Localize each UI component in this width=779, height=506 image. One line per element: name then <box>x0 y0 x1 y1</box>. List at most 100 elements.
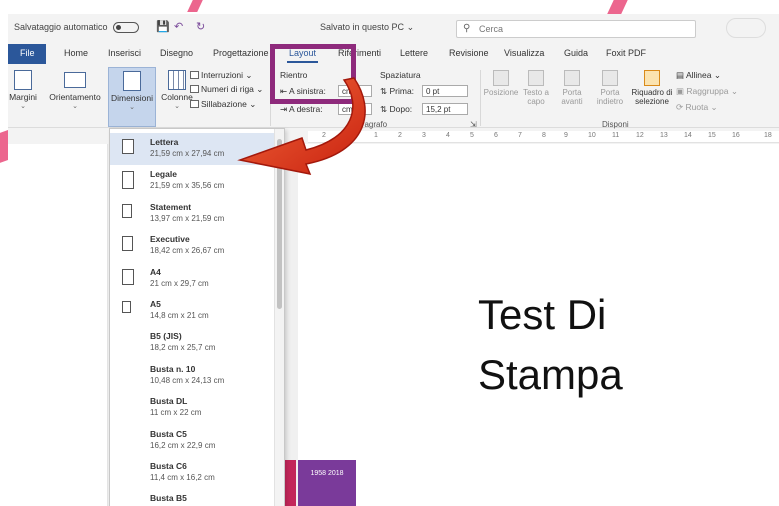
paper-size-icon <box>122 171 134 190</box>
page-size-option[interactable]: Busta C5 16,2 cm x 22,9 cm <box>110 425 276 457</box>
autosave-label: Salvataggio automatico <box>14 22 108 32</box>
ruota-button[interactable]: ⟳ Ruota ⌄ <box>676 102 718 113</box>
document-text-line[interactable]: Test Di <box>478 294 738 336</box>
tab-visualizza[interactable]: Visualizza <box>504 48 544 58</box>
anniversary-badge: 1958 2018 <box>298 460 356 506</box>
hyphenation-icon <box>190 100 199 108</box>
page-size-dimensions: 18,2 cm x 25,7 cm <box>150 343 216 353</box>
page-size-option[interactable]: A5 14,8 cm x 21 cm <box>110 295 276 327</box>
testo-a-capo-button[interactable]: Testo a capo <box>520 70 552 106</box>
page-size-name: Statement <box>150 201 192 212</box>
paper-size-icon <box>122 139 134 154</box>
bring-forward-icon <box>564 70 580 86</box>
word-window: Salvataggio automatico 💾 ↶ ↻ Salvato in … <box>8 14 779 506</box>
tab-disegno[interactable]: Disegno <box>160 48 193 58</box>
account-area[interactable] <box>726 18 766 38</box>
page-size-dimensions: 10,48 cm x 24,13 cm <box>150 375 225 385</box>
ruler-tick: 13 <box>660 132 668 139</box>
document-page[interactable]: Test Di Stampa <box>298 144 779 506</box>
page-size-option[interactable]: Busta n. 10 10,48 cm x 24,13 cm <box>110 360 276 392</box>
tab-inserisci[interactable]: Inserisci <box>108 48 141 58</box>
spacing-before-input[interactable]: 0 pt <box>422 85 468 97</box>
porta-avanti-button[interactable]: Porta avanti <box>554 70 590 106</box>
allinea-button[interactable]: ▤ Allinea ⌄ <box>676 70 721 81</box>
ribbon: Margini ⌄ Orientamento ⌄ Dimensioni ⌄ Co… <box>8 64 779 129</box>
chevron-down-icon: ⌄ <box>72 103 78 110</box>
ruler-tick: 16 <box>732 132 740 139</box>
page-size-dimensions: 13,97 cm x 21,59 cm <box>150 213 225 223</box>
toggle-icon[interactable] <box>113 22 140 34</box>
page-size-name: Busta C6 <box>150 461 187 471</box>
page-size-name: Busta DL <box>150 396 188 407</box>
ruler-tick: 10 <box>588 132 596 139</box>
send-backward-icon <box>602 70 618 86</box>
orientamento-button[interactable]: Orientamento ⌄ <box>44 70 106 110</box>
spacing-before-label: ⇅ Prima: <box>380 86 415 96</box>
page-size-dimensions: 11,4 cm x 16,2 cm <box>150 473 215 482</box>
tab-home[interactable]: Home <box>64 48 88 58</box>
paper-size-icon <box>122 203 132 218</box>
riquadro-selezione-button[interactable]: Riquadro di selezione <box>630 70 674 106</box>
page-size-option[interactable]: Busta C6 11,4 cm x 16,2 cm <box>110 457 276 489</box>
ribbon-separator <box>480 70 481 126</box>
margini-button[interactable]: Margini ⌄ <box>8 70 44 110</box>
document-save-state[interactable]: Salvato in questo PC ⌄ <box>320 22 414 33</box>
undo-icon[interactable]: ↶ <box>174 20 183 33</box>
spacing-after-label: ⇅ Dopo: <box>380 104 413 114</box>
decorative-streak <box>187 0 203 12</box>
position-icon <box>493 70 509 86</box>
dimensioni-button[interactable]: Dimensioni ⌄ <box>108 67 156 127</box>
page-size-dimensions: 11 cm x 22 cm <box>150 408 202 418</box>
tab-guida[interactable]: Guida <box>564 48 588 58</box>
page-size-dimensions: 21,59 cm x 35,56 cm <box>150 181 225 191</box>
page-size-icon <box>123 71 141 91</box>
autosave-toggle[interactable]: Salvataggio automatico <box>14 22 140 34</box>
chevron-down-icon: ⌄ <box>20 103 26 110</box>
horizontal-ruler[interactable]: 2 1 1 2 3 4 5 6 7 8 9 10 11 12 13 14 15 … <box>308 131 779 143</box>
spacing-after-input[interactable]: 15,2 pt <box>422 103 468 115</box>
page-size-option[interactable]: Statement 13,97 cm x 21,59 cm <box>110 198 276 230</box>
page-size-name: Busta n. 10 <box>150 363 196 374</box>
porta-indietro-button[interactable]: Porta indietro <box>590 70 630 106</box>
page-size-name: B5 (JIS) <box>150 331 182 342</box>
margins-icon <box>14 70 32 90</box>
paper-size-icon <box>122 236 133 252</box>
spaziatura-label: Spaziatura <box>380 70 421 80</box>
tab-revisione[interactable]: Revisione <box>449 48 489 58</box>
chevron-down-icon: ⌄ <box>129 104 135 111</box>
posizione-button[interactable]: Posizione <box>482 70 520 97</box>
ruler-tick: 7 <box>518 132 522 139</box>
breaks-icon <box>190 71 199 79</box>
page-size-name: A5 <box>150 299 161 309</box>
tab-file[interactable]: File <box>8 44 46 64</box>
ruler-tick: 11 <box>612 132 620 139</box>
orientation-icon <box>64 72 86 88</box>
document-text-line[interactable]: Stampa <box>478 354 738 396</box>
page-size-option[interactable]: Busta DL 11 cm x 22 cm <box>110 392 276 424</box>
red-arrow-annotation <box>237 77 366 176</box>
page-size-dropdown: Lettera 21,59 cm x 27,94 cm Legale 21,59 cm… <box>109 128 285 506</box>
search-input[interactable]: ⚲ Cerca <box>456 20 696 38</box>
page-size-option[interactable]: Executive 18,42 cm x 26,67 cm <box>110 230 276 262</box>
wrap-text-icon <box>528 70 544 86</box>
ruler-tick: 5 <box>470 132 474 139</box>
raggruppa-button[interactable]: ▣ Raggruppa ⌄ <box>676 86 738 97</box>
ruler-tick: 8 <box>542 132 546 139</box>
dropdown-scrollbar[interactable] <box>274 129 284 506</box>
page-size-option[interactable]: B5 (JIS) 18,2 cm x 25,7 cm <box>110 327 276 359</box>
dialog-launcher-icon[interactable]: ⇲ <box>470 120 477 129</box>
page-size-option[interactable]: Busta B5 <box>110 489 276 506</box>
page-size-dimensions: 14,8 cm x 21 cm <box>150 311 209 320</box>
ruler-tick: 15 <box>708 132 716 139</box>
page-size-dimensions: 16,2 cm x 22,9 cm <box>150 440 216 450</box>
disponi-group-label: Disponi <box>602 120 629 129</box>
page-size-option[interactable]: A4 21 cm x 29,7 cm <box>110 263 276 295</box>
tab-foxit-pdf[interactable]: Foxit PDF <box>606 48 646 58</box>
tab-progettazione[interactable]: Progettazione <box>213 48 269 58</box>
ruler-tick: 18 <box>764 132 772 139</box>
redo-icon[interactable]: ↻ <box>196 20 205 33</box>
paper-size-icon <box>122 301 131 313</box>
tab-lettere[interactable]: Lettere <box>400 48 428 58</box>
page-size-dimensions: 21 cm x 29,7 cm <box>150 278 209 288</box>
save-icon[interactable]: 💾 <box>156 20 170 33</box>
